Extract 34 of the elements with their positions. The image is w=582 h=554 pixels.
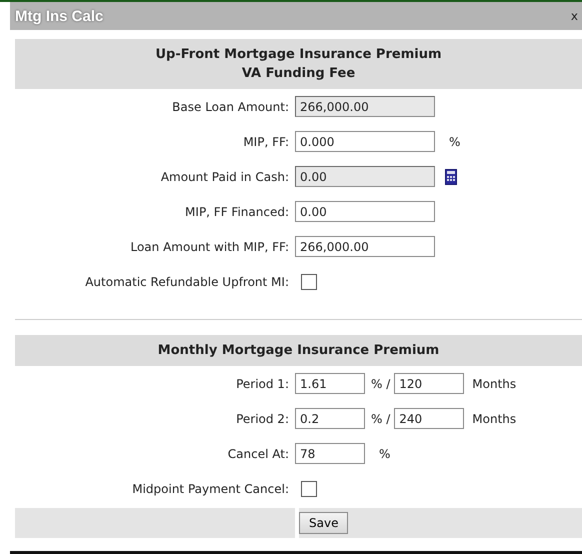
input-field[interactable]: 266,000.00 — [295, 96, 435, 117]
input-field[interactable]: 266,000.00 — [295, 236, 435, 257]
field-label: Period 1: — [235, 376, 290, 390]
close-button[interactable]: x — [570, 9, 578, 23]
input-field[interactable]: 0.000 — [295, 131, 435, 152]
unit-label: % / — [371, 376, 390, 390]
unit-label: % / — [371, 412, 390, 426]
field-label: Cancel At: — [226, 446, 290, 460]
field-label: Period 2: — [235, 412, 290, 426]
section-header: Monthly Mortgage Insurance Premium — [15, 335, 582, 366]
save-button[interactable]: Save — [299, 512, 348, 534]
field-label: MIP, FF: — [242, 134, 290, 148]
unit-label: Months — [472, 376, 516, 390]
input-field[interactable]: 0.00 — [295, 201, 435, 222]
checkbox[interactable] — [301, 274, 317, 290]
calculator-icon[interactable] — [445, 168, 457, 184]
window-title: Mtg Ins Calc — [15, 8, 104, 24]
field-label: Amount Paid in Cash: — [160, 170, 290, 184]
field-label: Loan Amount with MIP, FF: — [129, 240, 290, 254]
input-field[interactable]: 0.00 — [295, 166, 435, 187]
field-label: Base Loan Amount: — [171, 100, 290, 114]
input-field[interactable]: 240 — [394, 408, 464, 429]
input-field[interactable]: 1.61 — [295, 373, 365, 394]
unit-label: % — [379, 446, 390, 460]
unit-label: Months — [472, 412, 516, 426]
section-header: Up-Front Mortgage Insurance Premium VA Funding Fee — [15, 39, 582, 89]
input-field[interactable]: 0.2 — [295, 408, 365, 429]
checkbox[interactable] — [301, 480, 317, 496]
input-field[interactable]: 120 — [394, 373, 464, 394]
input-field[interactable]: 78 — [295, 443, 365, 464]
field-label: Automatic Refundable Upfront MI: — [84, 274, 290, 288]
unit-label: % — [449, 134, 460, 148]
field-label: MIP, FF Financed: — [184, 204, 290, 218]
field-label: Midpoint Payment Cancel: — [131, 482, 290, 496]
